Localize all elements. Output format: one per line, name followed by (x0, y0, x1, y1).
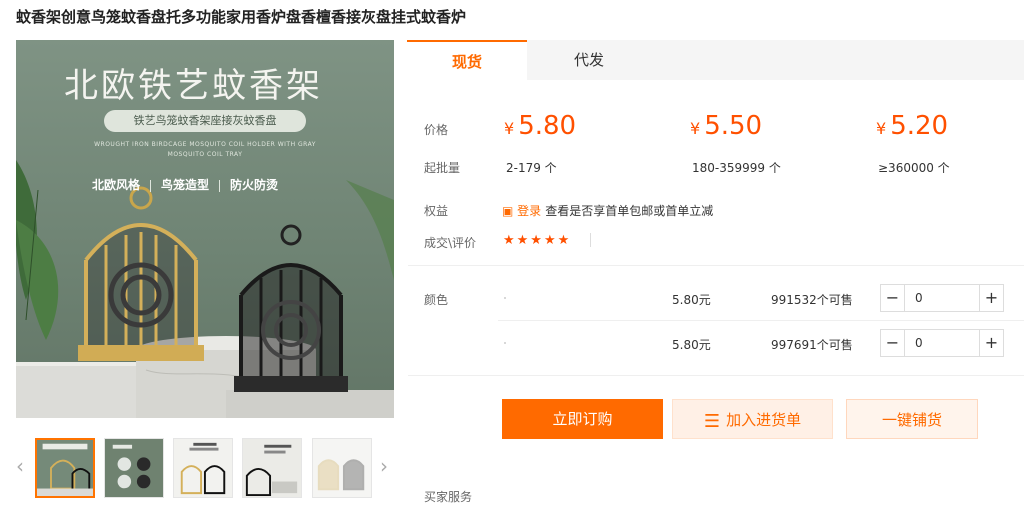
thumbnail-5[interactable] (312, 438, 372, 498)
increase-button[interactable]: + (979, 330, 1003, 356)
tab-dropship[interactable]: 代发 (529, 40, 649, 80)
variant-stock: 991532个可售 (771, 293, 853, 307)
variant-stock: 997691个可售 (771, 338, 853, 352)
divider (408, 265, 1024, 266)
variant-price: 5.80元 (672, 338, 711, 352)
divider (498, 320, 1024, 321)
coupon-icon: ▣ (502, 204, 514, 218)
thumbnail-strip: ‹ › (16, 436, 394, 498)
decrease-button[interactable]: − (881, 330, 905, 356)
variant-thumb-icon[interactable] (504, 342, 506, 344)
increase-button[interactable]: + (979, 285, 1003, 311)
purchase-mode-tabs: 现货 代发 (407, 40, 1024, 80)
quantity-stepper: − 0 + (880, 284, 1004, 312)
reviews-label: 成交\评价 (424, 236, 477, 250)
quantity-input[interactable]: 0 (915, 330, 923, 356)
feature-3: 防火防烫 (230, 178, 279, 192)
thumbnail-next-icon[interactable]: › (380, 454, 388, 478)
thumbnail-4[interactable] (242, 438, 302, 498)
decrease-button[interactable]: − (881, 285, 905, 311)
divider (590, 233, 591, 247)
divider (408, 375, 1024, 376)
price-tier-1: ¥5.80 (504, 111, 577, 141)
image-headline: 北欧铁艺蚊香架 (64, 66, 323, 106)
benefits-label: 权益 (424, 204, 449, 218)
price-tier-2: ¥5.50 (690, 111, 763, 141)
image-features: 北欧风格 鸟笼造型 防火防烫 (92, 176, 278, 193)
price-tier-3: ¥5.20 (876, 111, 949, 141)
moq-label: 起批量 (424, 161, 461, 175)
thumbnail-2[interactable] (104, 438, 164, 498)
main-product-image[interactable]: 北欧铁艺蚊香架 铁艺鸟笼蚊香架座接灰蚊香盘 WROUGHT IRON BIRDC… (16, 40, 394, 418)
tab-in-stock[interactable]: 现货 (407, 40, 527, 80)
benefits-info: ▣ 登录 查看是否享首单包邮或首单立减 (502, 202, 713, 219)
product-title: 蚊香架创意鸟笼蚊香盘托多功能家用香炉盘香檀香接灰盘挂式蚊香炉 (16, 8, 467, 26)
quantity-stepper: − 0 + (880, 329, 1004, 357)
buy-now-button[interactable]: 立即订购 (502, 399, 663, 439)
color-label: 颜色 (424, 293, 449, 307)
clipboard-icon: ☰ (703, 411, 721, 432)
add-to-cart-label: 加入进货单 (726, 411, 802, 429)
image-subtext: WROUGHT IRON BIRDCAGE MOSQUITO COIL HOLD… (94, 141, 316, 158)
buyer-service-label: 买家服务 (424, 490, 473, 504)
add-to-cart-button[interactable]: ☰ 加入进货单 (672, 399, 833, 439)
image-pill-caption: 铁艺鸟笼蚊香架座接灰蚊香盘 (104, 110, 306, 132)
thumbnail-1[interactable] (35, 438, 95, 498)
benefits-text: 查看是否享首单包邮或首单立减 (545, 204, 714, 218)
variant-thumb-icon[interactable] (504, 297, 506, 299)
moq-tier-2: 180-359999 个 (692, 161, 781, 175)
thumbnail-prev-icon[interactable]: ‹ (16, 454, 24, 478)
feature-2: 鸟笼造型 (161, 178, 210, 192)
moq-tier-3: ≥360000 个 (878, 161, 950, 175)
login-link[interactable]: 登录 (517, 204, 541, 218)
price-label: 价格 (424, 123, 449, 137)
feature-1: 北欧风格 (92, 178, 141, 192)
moq-tier-1: 2-179 个 (506, 161, 557, 175)
thumbnail-3[interactable] (173, 438, 233, 498)
variant-price: 5.80元 (672, 293, 711, 307)
quantity-input[interactable]: 0 (915, 285, 923, 311)
one-click-distribute-button[interactable]: 一键铺货 (846, 399, 978, 439)
rating-stars-icon[interactable]: ★★★★★ (503, 233, 571, 248)
